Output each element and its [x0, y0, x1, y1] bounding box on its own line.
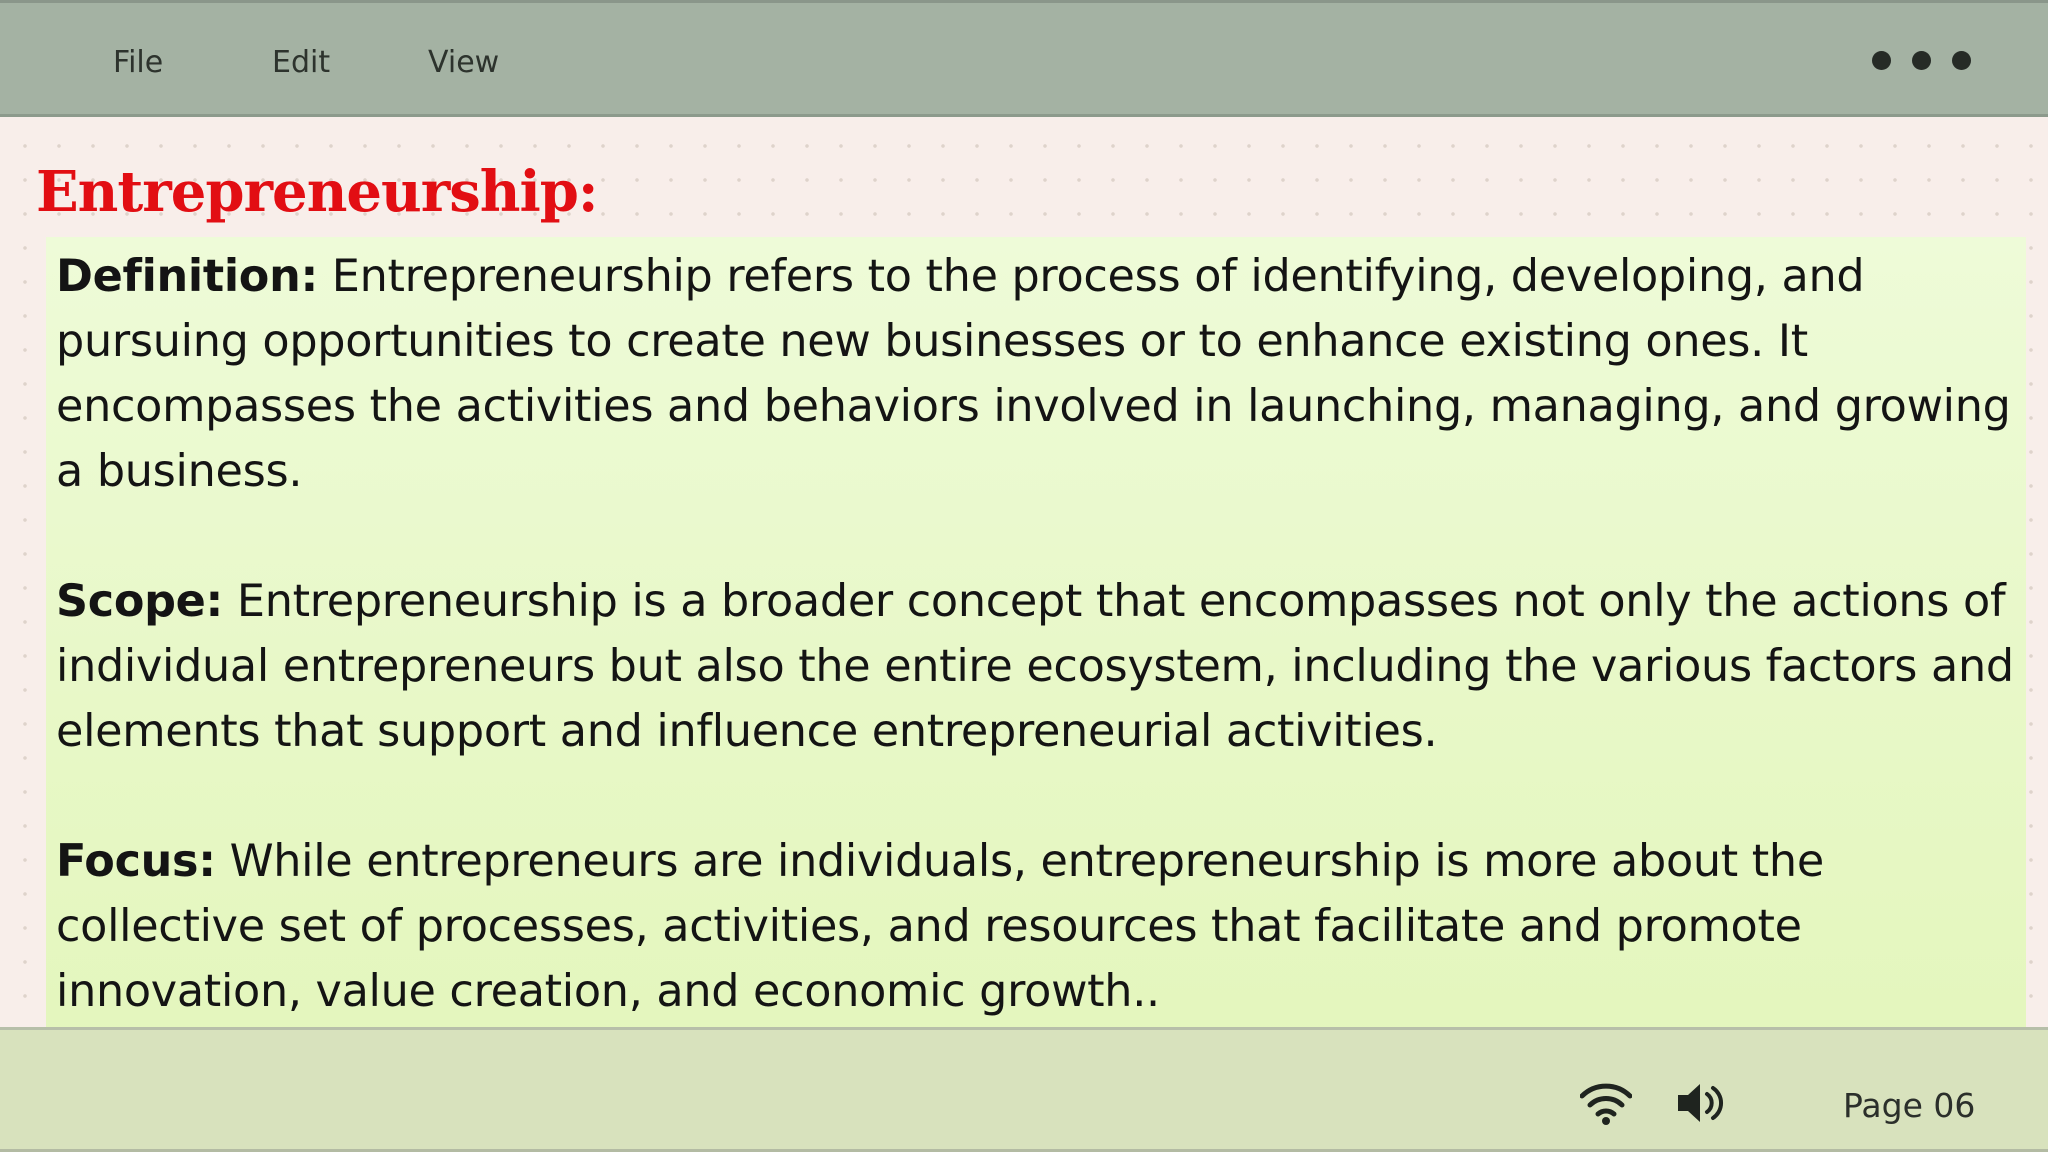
- page-number-label: Page 06: [1843, 1086, 1976, 1125]
- paragraph-text: Entrepreneurship refers to the process o…: [56, 251, 2011, 497]
- more-dots-icon[interactable]: [1872, 51, 1972, 71]
- paragraph-text: While entrepreneurs are individuals, ent…: [56, 836, 1824, 1017]
- paragraph-scope: Scope: Entrepreneurship is a broader con…: [56, 569, 2031, 764]
- text-panel: Definition: Entrepreneurship refers to t…: [46, 237, 2026, 1107]
- page-title: Entrepreneurship:: [36, 159, 599, 225]
- paragraph-label: Definition:: [56, 251, 318, 302]
- paragraph-label: Focus:: [56, 836, 216, 887]
- paragraph-text: Entrepreneurship is a broader concept th…: [56, 576, 2014, 757]
- paragraph-focus: Focus: While entrepreneurs are individua…: [56, 829, 2031, 1024]
- paragraph-label: Scope:: [56, 576, 224, 627]
- document-area: Entrepreneurship: Definition: Entreprene…: [0, 117, 2048, 1107]
- menu-file[interactable]: File: [113, 41, 163, 85]
- menu-view[interactable]: View: [428, 41, 499, 85]
- menu-edit[interactable]: Edit: [272, 41, 330, 85]
- dot: [1952, 51, 1971, 70]
- top-menu-bar: File Edit View: [0, 0, 2048, 117]
- speaker-icon-graphic: [1678, 1084, 1723, 1122]
- bottom-status-bar: Page 06: [0, 1027, 2048, 1152]
- paragraph-definition: Definition: Entrepreneurship refers to t…: [56, 244, 2031, 504]
- dot: [1872, 51, 1891, 70]
- dot: [1912, 51, 1931, 70]
- speaker-volume-icon[interactable]: [1676, 1080, 1728, 1126]
- wifi-icon-graphic: [1579, 1083, 1633, 1125]
- wifi-icon[interactable]: [1579, 1080, 1633, 1126]
